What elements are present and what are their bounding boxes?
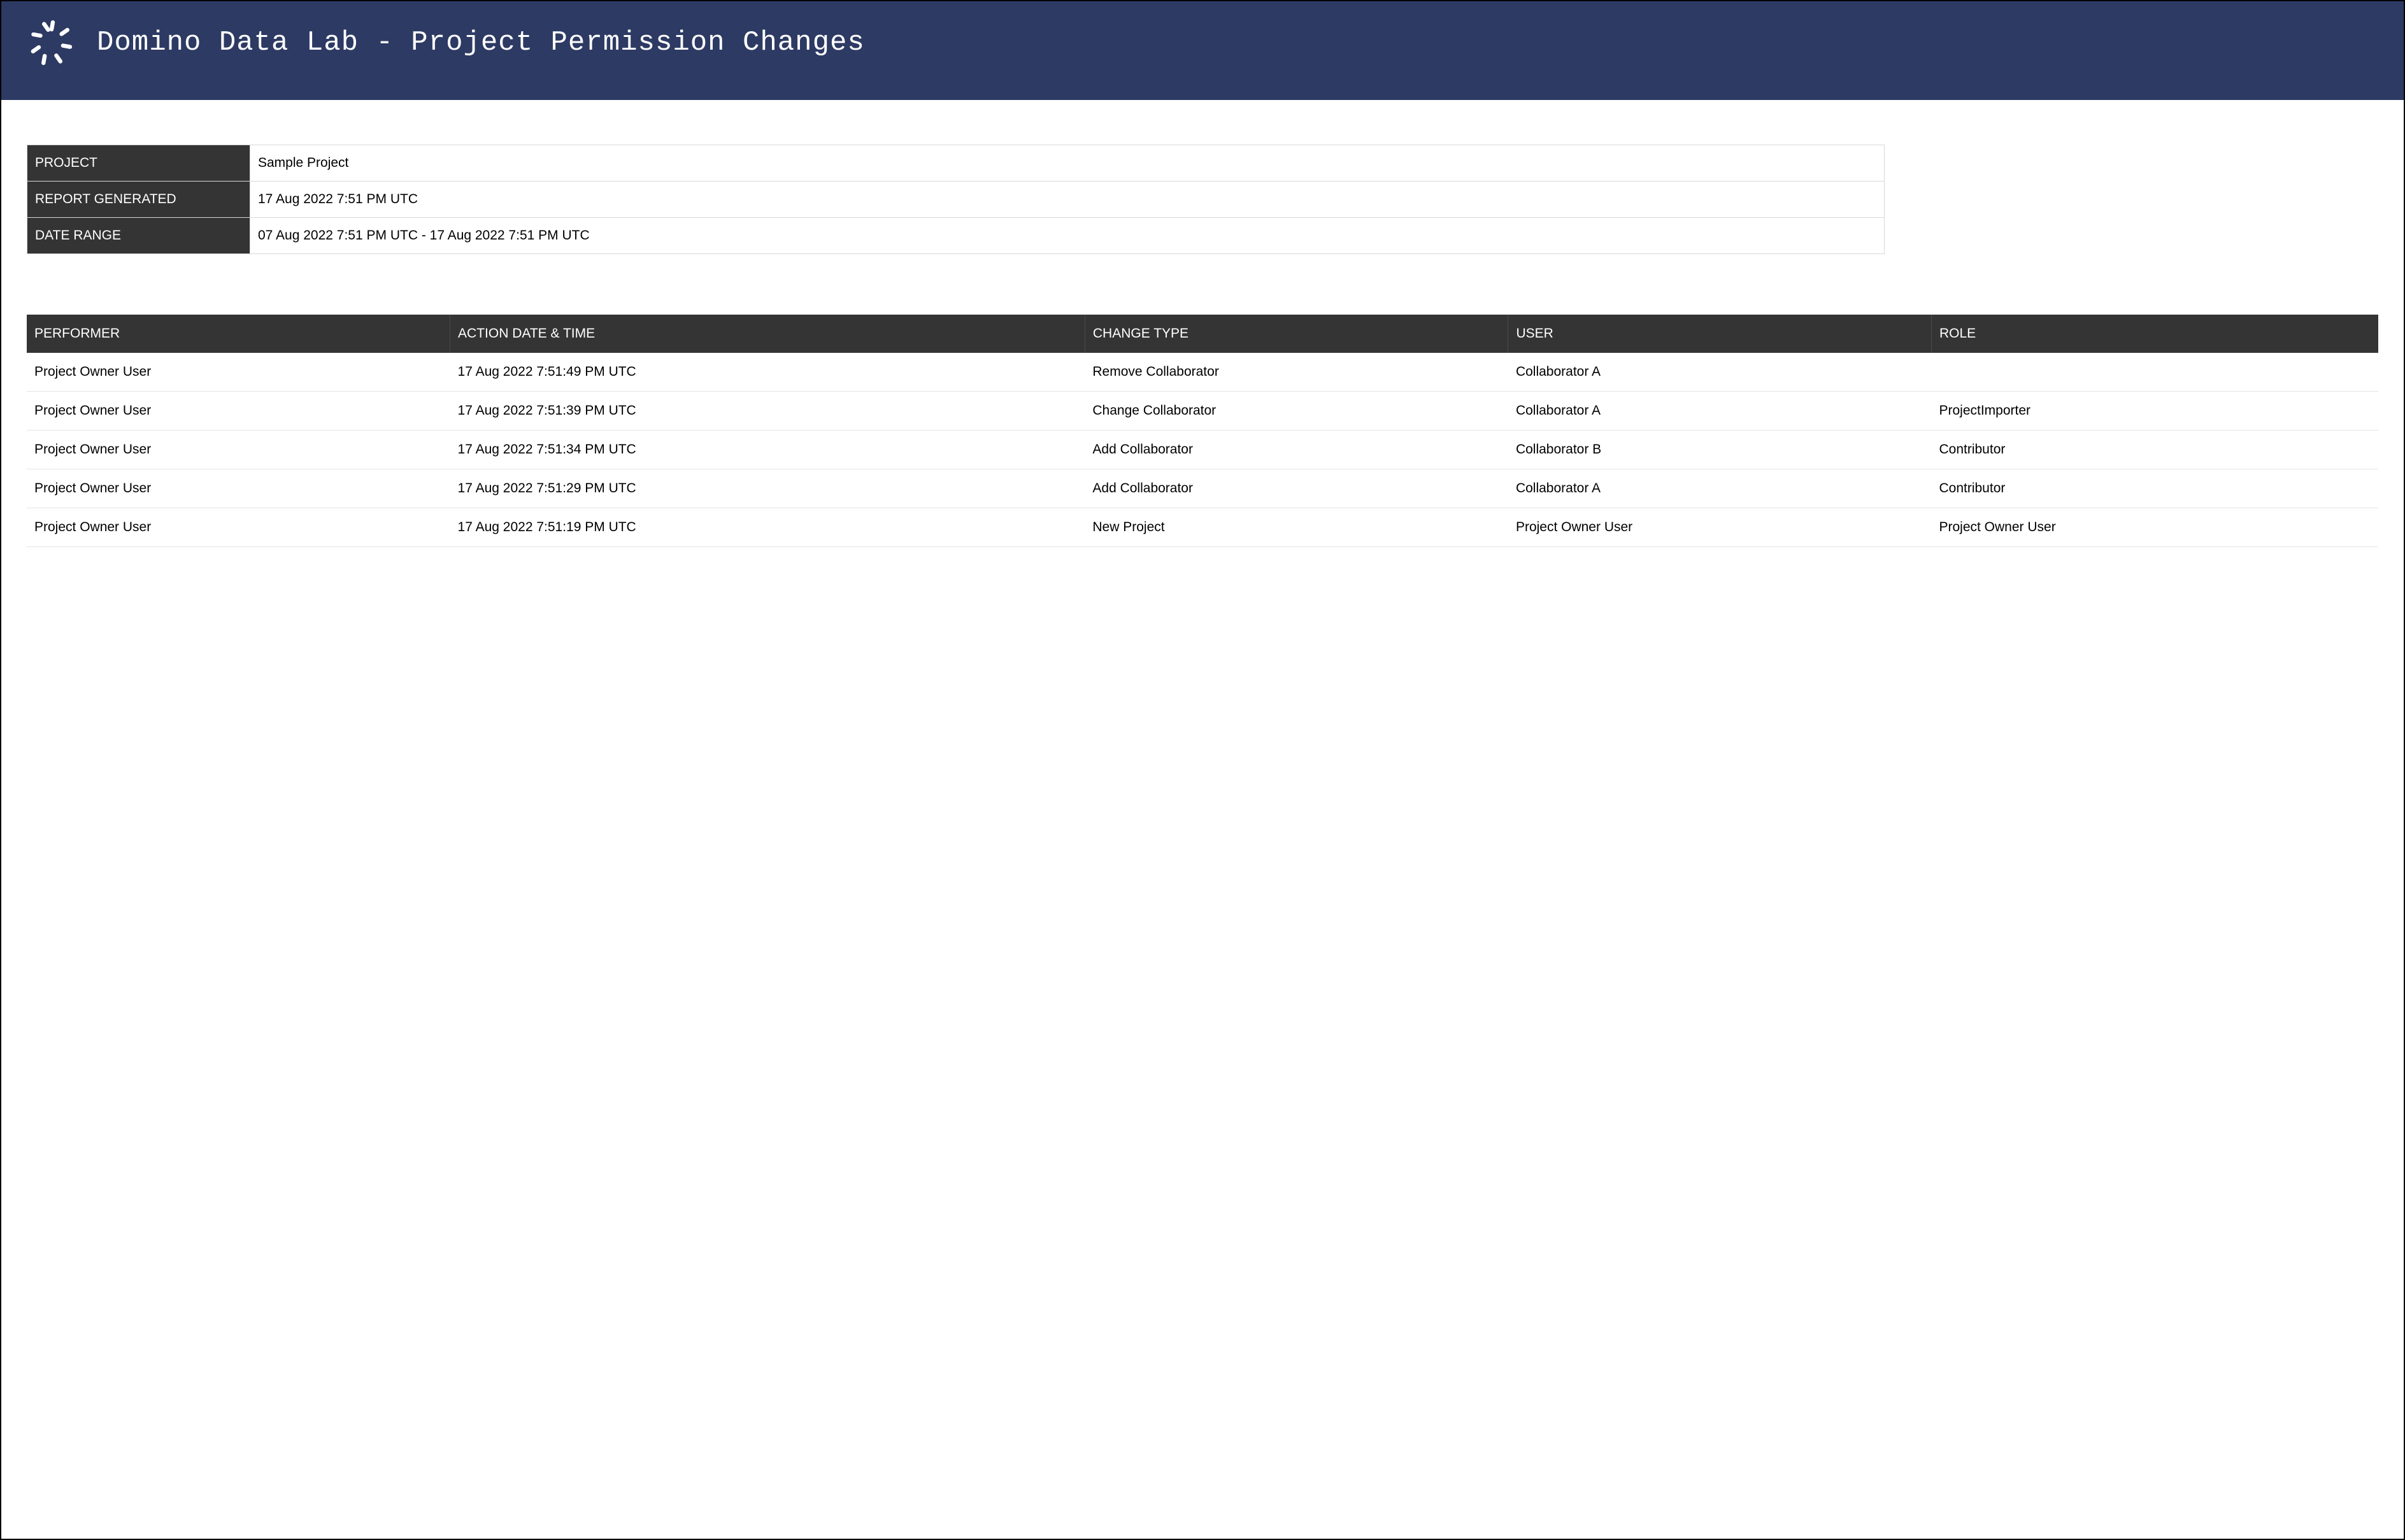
meta-row-date-range: DATE RANGE 07 Aug 2022 7:51 PM UTC - 17 … (27, 218, 1885, 254)
domino-logo-icon (27, 17, 78, 68)
cell-user: Collaborator A (1508, 469, 1932, 508)
cell-user: Collaborator A (1508, 353, 1932, 392)
cell-performer: Project Owner User (27, 431, 450, 469)
permission-changes-table: PERFORMER ACTION DATE & TIME CHANGE TYPE… (27, 315, 2378, 547)
col-header-action-datetime: ACTION DATE & TIME (450, 315, 1085, 353)
cell-performer: Project Owner User (27, 392, 450, 431)
cell-action-datetime: 17 Aug 2022 7:51:19 PM UTC (450, 508, 1085, 547)
meta-row-report-generated: REPORT GENERATED 17 Aug 2022 7:51 PM UTC (27, 182, 1885, 218)
col-header-performer: PERFORMER (27, 315, 450, 353)
table-row: Project Owner User17 Aug 2022 7:51:29 PM… (27, 469, 2378, 508)
report-header: Domino Data Lab - Project Permission Cha… (1, 1, 2404, 100)
report-body: PROJECT Sample Project REPORT GENERATED … (1, 100, 2404, 573)
cell-user: Project Owner User (1508, 508, 1932, 547)
cell-action-datetime: 17 Aug 2022 7:51:39 PM UTC (450, 392, 1085, 431)
table-row: Project Owner User17 Aug 2022 7:51:49 PM… (27, 353, 2378, 392)
cell-user: Collaborator A (1508, 392, 1932, 431)
cell-performer: Project Owner User (27, 469, 450, 508)
col-header-user: USER (1508, 315, 1932, 353)
report-title: Domino Data Lab - Project Permission Cha… (97, 27, 865, 59)
cell-action-datetime: 17 Aug 2022 7:51:29 PM UTC (450, 469, 1085, 508)
cell-user: Collaborator B (1508, 431, 1932, 469)
report-meta-table: PROJECT Sample Project REPORT GENERATED … (27, 145, 1885, 254)
table-row: Project Owner User17 Aug 2022 7:51:39 PM… (27, 392, 2378, 431)
cell-role: Contributor (1931, 431, 2378, 469)
meta-value-date-range: 07 Aug 2022 7:51 PM UTC - 17 Aug 2022 7:… (250, 218, 1885, 254)
meta-value-project: Sample Project (250, 145, 1885, 182)
table-header-row: PERFORMER ACTION DATE & TIME CHANGE TYPE… (27, 315, 2378, 353)
cell-performer: Project Owner User (27, 353, 450, 392)
cell-role (1931, 353, 2378, 392)
cell-role: Contributor (1931, 469, 2378, 508)
meta-label-project: PROJECT (27, 145, 250, 182)
col-header-change-type: CHANGE TYPE (1085, 315, 1508, 353)
cell-change-type: Remove Collaborator (1085, 353, 1508, 392)
cell-performer: Project Owner User (27, 508, 450, 547)
cell-action-datetime: 17 Aug 2022 7:51:34 PM UTC (450, 431, 1085, 469)
cell-action-datetime: 17 Aug 2022 7:51:49 PM UTC (450, 353, 1085, 392)
cell-role: ProjectImporter (1931, 392, 2378, 431)
cell-role: Project Owner User (1931, 508, 2378, 547)
cell-change-type: Add Collaborator (1085, 431, 1508, 469)
cell-change-type: New Project (1085, 508, 1508, 547)
meta-label-report-generated: REPORT GENERATED (27, 182, 250, 218)
table-row: Project Owner User17 Aug 2022 7:51:34 PM… (27, 431, 2378, 469)
table-row: Project Owner User17 Aug 2022 7:51:19 PM… (27, 508, 2378, 547)
cell-change-type: Add Collaborator (1085, 469, 1508, 508)
cell-change-type: Change Collaborator (1085, 392, 1508, 431)
col-header-role: ROLE (1931, 315, 2378, 353)
meta-row-project: PROJECT Sample Project (27, 145, 1885, 182)
meta-label-date-range: DATE RANGE (27, 218, 250, 254)
meta-value-report-generated: 17 Aug 2022 7:51 PM UTC (250, 182, 1885, 218)
